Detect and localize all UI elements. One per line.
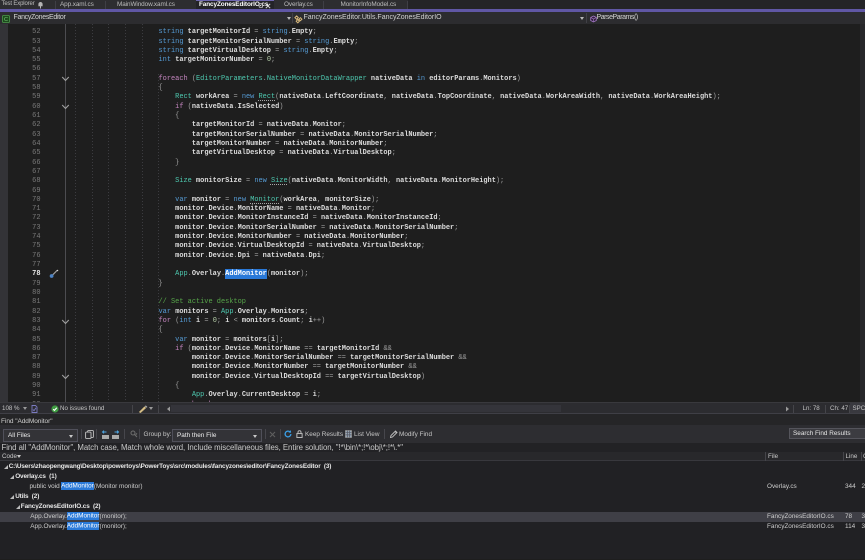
- svg-text:C: C: [4, 17, 8, 23]
